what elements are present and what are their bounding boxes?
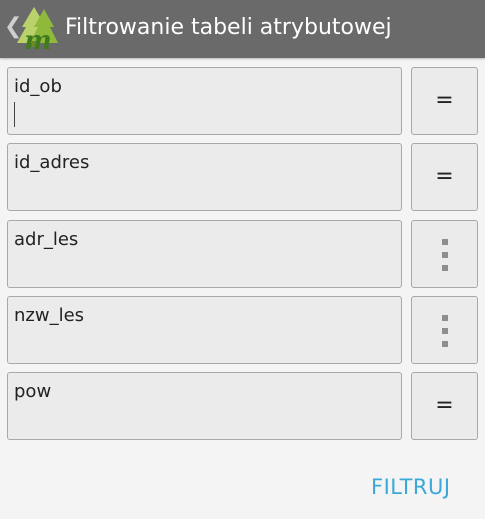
equals-operator-label: = <box>435 164 454 189</box>
filter-row-id-ob: id_ob = <box>0 67 485 137</box>
filter-row-adr-les: adr_les <box>0 220 485 290</box>
app-logo-icon[interactable]: m <box>14 5 62 51</box>
filter-input-adr-les[interactable]: adr_les <box>7 220 402 288</box>
app-bar: ❮ m Filtrowanie tabeli atrybutowej <box>0 0 485 58</box>
operator-button-more[interactable] <box>411 220 478 288</box>
more-vertical-icon <box>442 239 448 271</box>
text-caret <box>14 102 15 127</box>
operator-button-equals[interactable]: = <box>411 67 478 135</box>
field-label: adr_les <box>14 229 79 250</box>
field-label: id_adres <box>14 152 90 173</box>
more-vertical-icon <box>442 315 448 347</box>
equals-operator-label: = <box>435 88 454 113</box>
field-label: pow <box>14 381 52 402</box>
filter-input-id-ob[interactable]: id_ob <box>7 67 402 135</box>
operator-button-equals[interactable]: = <box>411 143 478 211</box>
field-label: nzw_les <box>14 305 85 326</box>
field-label: id_ob <box>14 76 62 97</box>
operator-button-more[interactable] <box>411 296 478 364</box>
filter-input-pow[interactable]: pow <box>7 372 402 440</box>
operator-button-equals[interactable]: = <box>411 372 478 440</box>
page-title: Filtrowanie tabeli atrybutowej <box>65 15 392 40</box>
filter-input-id-adres[interactable]: id_adres <box>7 143 402 211</box>
filter-row-id-adres: id_adres = <box>0 143 485 213</box>
filter-input-nzw-les[interactable]: nzw_les <box>7 296 402 364</box>
logo-letter: m <box>24 26 52 51</box>
filter-button[interactable]: FILTRUJ <box>371 474 451 500</box>
filter-row-nzw-les: nzw_les <box>0 296 485 366</box>
filter-row-pow: pow = <box>0 372 485 442</box>
equals-operator-label: = <box>435 393 454 418</box>
